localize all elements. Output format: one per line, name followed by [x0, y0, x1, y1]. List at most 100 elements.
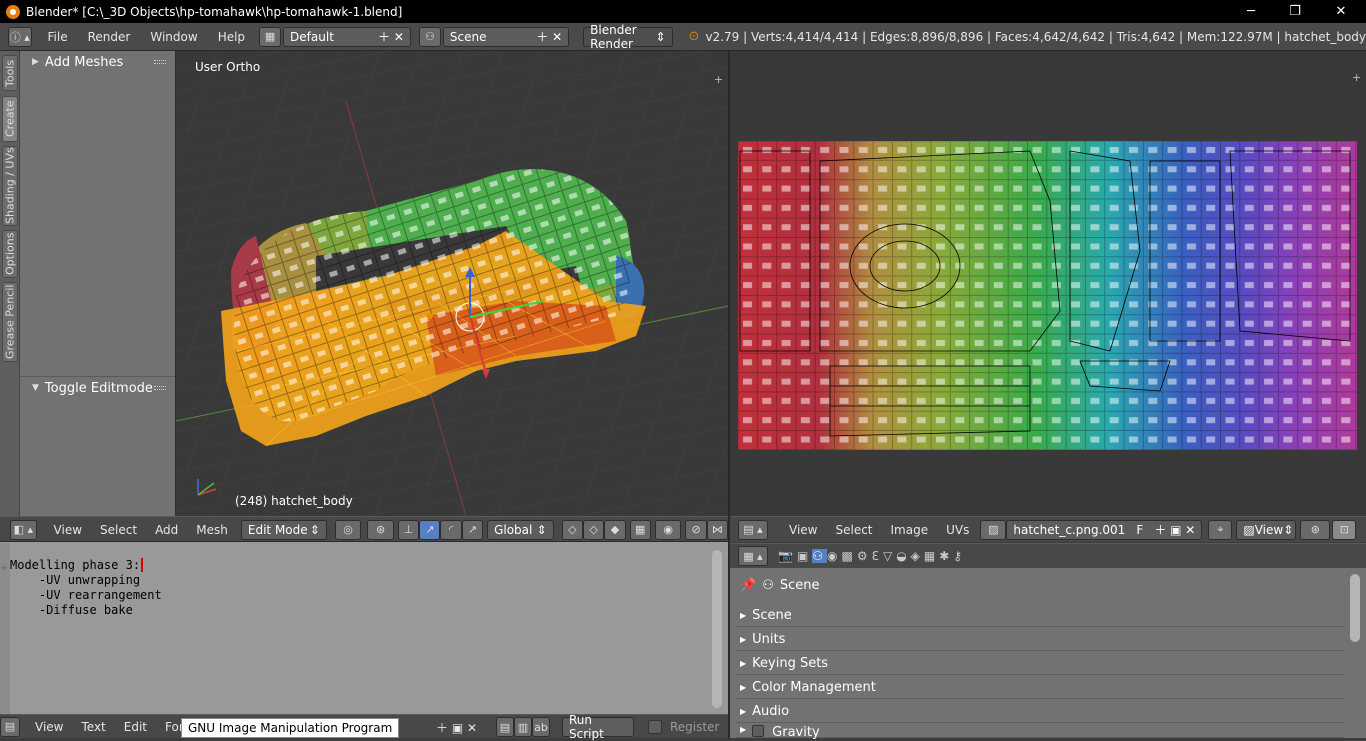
scene-name: Scene — [449, 29, 487, 44]
uv-image-editor[interactable]: + — [730, 51, 1366, 516]
text-line: Modelling phase 3: — [10, 558, 141, 572]
properties-context-tabs[interactable]: 📷▣⚇◉▩⚙ℇ▽◒◈▦✱⚷ — [778, 549, 966, 563]
text-line: -UV rearrangement — [10, 588, 162, 602]
image-name-field[interactable]: hatchet_c.png.001 F ＋ ▣ ✕ — [1006, 519, 1203, 540]
menu-file[interactable]: File — [38, 30, 78, 44]
menu-render[interactable]: Render — [78, 30, 141, 44]
editor-type-info-icon[interactable]: ⓘ ▴ — [8, 26, 32, 47]
line-numbers-icon[interactable]: ▤ — [496, 717, 514, 737]
tab-shading-uvs[interactable]: Shading / UVs — [2, 146, 18, 226]
panel-gravity[interactable]: ▶ Gravity — [736, 725, 1344, 740]
more-icon[interactable]: ⋈ — [706, 519, 729, 540]
editor-type-3dview-icon[interactable]: ◧ ▴ — [10, 519, 37, 540]
translate-manipulator-icon[interactable]: ↗ — [419, 519, 441, 540]
panel-add-meshes[interactable]: ▶ Add Meshes — [22, 51, 174, 73]
mode-dropdown[interactable]: Edit Mode ⇕ — [240, 519, 327, 540]
menu-image-uv[interactable]: Image — [882, 523, 938, 537]
tab-grease-pencil[interactable]: Grease Pencil — [2, 282, 18, 362]
register-checkbox[interactable] — [648, 720, 662, 734]
tab-options[interactable]: Options — [2, 230, 18, 278]
run-script-button[interactable]: Run Script — [562, 713, 634, 741]
image-browse-icon[interactable]: ▨ — [980, 519, 1007, 540]
panel-keying-sets[interactable]: ▶ Keying Sets — [736, 653, 1344, 675]
menu-view-text[interactable]: View — [26, 720, 72, 734]
scene-icon: ⚇ — [762, 578, 774, 593]
editor-type-image-icon[interactable]: ▤ ▴ — [738, 519, 768, 540]
drag-grip-icon[interactable] — [154, 60, 166, 64]
menu-uvs[interactable]: UVs — [937, 523, 978, 537]
panel-units-label: Units — [752, 632, 786, 647]
scale-manipulator-icon[interactable]: ↗ — [461, 519, 484, 540]
viewport-scene — [176, 51, 728, 516]
word-wrap-icon[interactable]: ▥ — [514, 717, 532, 737]
panel-toggle-editmode[interactable]: ▼ Toggle Editmode — [22, 377, 174, 399]
scene-add-icon[interactable]: ＋ ✕ — [536, 28, 562, 45]
tab-create[interactable]: Create — [2, 96, 18, 142]
split-area-plus-icon[interactable]: + — [714, 73, 723, 86]
split-area-plus-icon[interactable]: + — [1352, 71, 1361, 84]
close-button[interactable]: ✕ — [1318, 0, 1364, 23]
view-mode-dropdown[interactable]: ▨ View ⇕ — [1236, 519, 1297, 540]
panel-color-management[interactable]: ▶ Color Management — [736, 677, 1344, 699]
collapsed-triangle-icon: ▶ — [740, 725, 747, 734]
screen-layout-field[interactable]: Default ＋ ✕ — [283, 26, 411, 47]
gravity-checkbox[interactable] — [752, 725, 765, 737]
menu-mesh-3d[interactable]: Mesh — [187, 523, 237, 537]
snap-icon[interactable]: ⊘ — [685, 519, 707, 540]
menu-select-uv[interactable]: Select — [826, 523, 881, 537]
menu-window[interactable]: Window — [140, 30, 207, 44]
menu-view-uv[interactable]: View — [780, 523, 826, 537]
pin-icon[interactable]: 📌 — [740, 578, 756, 593]
drag-grip-icon[interactable] — [154, 386, 166, 390]
screen-layout-icon[interactable]: ▦ — [259, 26, 282, 47]
layers-icon-2[interactable]: ◇ — [582, 519, 605, 540]
layers-icon[interactable]: ◇ — [561, 519, 583, 540]
collapsed-triangle-icon: ▶ — [740, 683, 747, 692]
sticky-selection-icon[interactable]: ⊡ — [1332, 519, 1357, 540]
minimize-button[interactable]: ─ — [1228, 0, 1274, 23]
3d-viewport[interactable]: User Ortho (248) hatchet_body + — [176, 51, 728, 516]
collapsed-triangle-icon: ▶ — [740, 707, 747, 716]
scene-field[interactable]: Scene ＋ ✕ — [442, 26, 570, 47]
manipulator-toggle-icon[interactable]: ⊥ — [397, 519, 420, 540]
properties-scrollbar[interactable] — [1350, 574, 1360, 642]
fake-user-toggle[interactable]: F — [1136, 523, 1143, 537]
window-title-bar: Blender* [C:\_3D Objects\hp-tomahawk\hp-… — [0, 0, 1366, 23]
3d-viewport-header: ◧ ▴ View Select Add Mesh Edit Mode ⇕ ◎ ⊛ … — [0, 516, 729, 542]
editor-type-properties-icon[interactable]: ▦ ▴ — [738, 546, 768, 566]
viewport-shading-icon[interactable]: ◎ — [334, 519, 362, 540]
menu-view-3d[interactable]: View — [45, 523, 91, 537]
pin-image-icon[interactable]: ⌖ — [1208, 519, 1233, 540]
proportional-edit-icon[interactable]: ◉ — [654, 519, 682, 540]
menu-text[interactable]: Text — [72, 720, 114, 734]
transform-orientation-dropdown[interactable]: Global ⇕ — [487, 519, 554, 540]
panel-units[interactable]: ▶ Units — [736, 629, 1344, 651]
collapse-plus-icon[interactable]: + — [0, 563, 8, 574]
text-datablock-actions-icon[interactable]: ＋ ▣ ✕ — [436, 719, 477, 736]
menu-edit-text[interactable]: Edit — [115, 720, 156, 734]
object-label: (248) hatchet_body — [235, 494, 353, 508]
syntax-highlight-icon[interactable]: ab — [532, 717, 550, 737]
occlude-geometry-icon[interactable]: ▦ — [629, 519, 651, 540]
chevron-updown-icon: ⇕ — [655, 29, 666, 44]
menu-add-3d[interactable]: Add — [146, 523, 187, 537]
pivot-icon-uv[interactable]: ⊛ — [1300, 519, 1331, 540]
panel-toggle-editmode-label: Toggle Editmode — [44, 380, 153, 396]
text-scrollbar[interactable] — [712, 550, 722, 708]
menu-help[interactable]: Help — [208, 30, 255, 44]
editor-type-text-icon[interactable]: ▤ — [0, 716, 20, 737]
3d-cursor[interactable] — [427, 313, 433, 319]
panel-scene[interactable]: ▶ Scene — [736, 605, 1344, 627]
rotate-manipulator-icon[interactable]: ◜ — [440, 519, 462, 540]
pivot-point-icon[interactable]: ⊛ — [367, 519, 394, 540]
panel-audio[interactable]: ▶ Audio — [736, 701, 1344, 723]
tab-tools[interactable]: Tools — [2, 55, 18, 91]
image-actions-icon[interactable]: ＋ ▣ ✕ — [1154, 521, 1195, 538]
add-plus-icon[interactable]: ＋ ✕ — [378, 28, 404, 45]
menu-select-3d[interactable]: Select — [91, 523, 146, 537]
layers-icon-3[interactable]: ◆ — [604, 519, 626, 540]
render-engine-dropdown[interactable]: Blender Render ⇕ — [583, 23, 673, 51]
scene-icon[interactable]: ⚇ — [418, 26, 441, 47]
maximize-button[interactable]: ❐ — [1272, 0, 1318, 23]
text-content[interactable]: Modelling phase 3: -UV unwrapping -UV re… — [10, 558, 162, 618]
